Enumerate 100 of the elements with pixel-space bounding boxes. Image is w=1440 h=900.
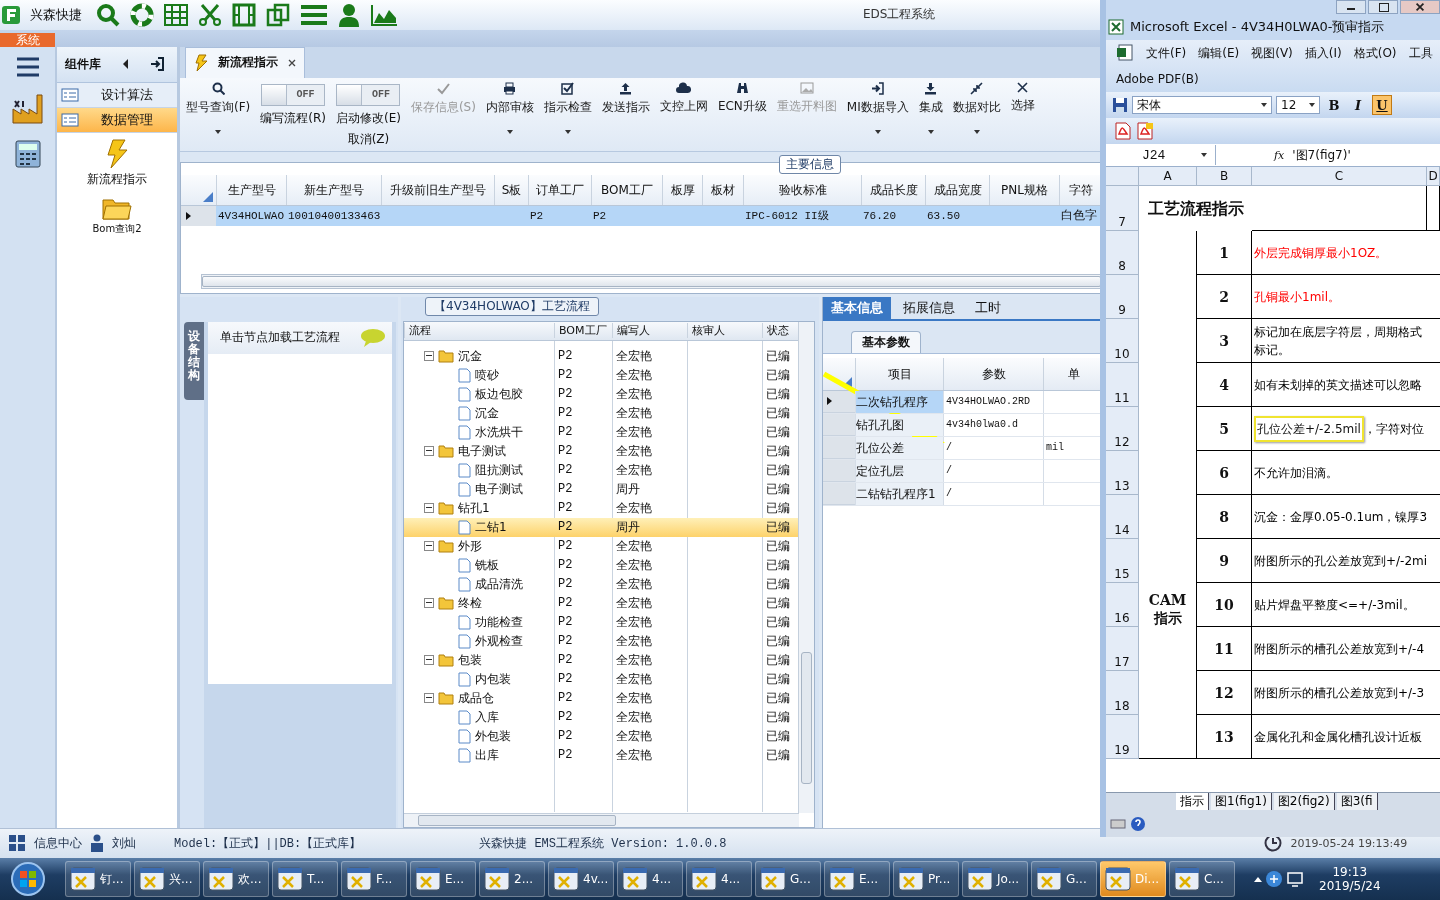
column-header[interactable]: 新生产型号 — [286, 174, 381, 205]
grid-row[interactable]: 孔位公差 / mil — [823, 436, 1103, 460]
pdf-icon[interactable] — [1114, 122, 1132, 140]
menu-item[interactable]: 视图(V) — [1251, 44, 1293, 62]
list-icon[interactable] — [300, 3, 328, 26]
format-button[interactable]: B — [1324, 95, 1344, 115]
column-header[interactable]: 订单工厂 — [528, 174, 591, 205]
grid-row[interactable]: 二钻钻孔程序1 / — [823, 482, 1103, 506]
sub-tab[interactable]: 基本参数 — [851, 330, 921, 353]
tree-row[interactable]: 沉金 P2 全宏艳 已编 — [404, 346, 798, 366]
column-header[interactable]: BOM工厂 — [591, 174, 662, 205]
table-row[interactable]: 4V34HOLWAO 10010400133463 P2 P2 IPC-6012 II级 76.20 63.50 白色字 — [181, 205, 1102, 226]
taskbar-button[interactable]: 2... — [479, 861, 545, 898]
cancel-button[interactable]: 取消(Z) — [347, 130, 390, 148]
sheet-tab[interactable]: 图1(fig1) — [1211, 793, 1272, 810]
taskbar-button[interactable]: G... — [1031, 861, 1097, 898]
nav-item[interactable]: 设计算法 — [57, 82, 177, 108]
ribbon-button[interactable]: 文控上网 — [659, 81, 708, 115]
tab[interactable]: 拓展信息 — [895, 296, 963, 319]
minimize-button[interactable] — [1336, 0, 1366, 14]
pdf-icon[interactable] — [1136, 122, 1154, 140]
column-header[interactable]: PNL规格 — [989, 174, 1059, 205]
sheet-tab[interactable]: 指示 — [1176, 793, 1209, 810]
tool-label[interactable]: 新流程指示 — [87, 170, 147, 188]
taskbar-button[interactable]: 钉... — [65, 861, 131, 898]
tree-row[interactable]: 阻抗测试 P2 全宏艳 已编 — [404, 460, 798, 480]
row-header[interactable]: 7 — [1106, 186, 1139, 231]
toggle-switch[interactable]: OFF — [261, 83, 326, 106]
tree-row[interactable]: 终检 P2 全宏艳 已编 — [404, 593, 798, 613]
tab[interactable]: 基本信息 — [823, 296, 891, 319]
row-header[interactable]: 13 — [1106, 451, 1139, 495]
format-button[interactable]: I — [1348, 95, 1368, 115]
font-select[interactable]: 宋体 — [1132, 96, 1272, 114]
close-button[interactable] — [1400, 0, 1440, 14]
collapse-icon[interactable] — [123, 59, 128, 70]
ribbon-button[interactable]: 内部审核 — [485, 81, 534, 134]
row-header[interactable]: 19 — [1106, 715, 1139, 759]
menu-item[interactable]: Adobe PDF(B) — [1116, 72, 1199, 86]
column-header[interactable]: A — [1139, 167, 1197, 186]
chart-icon[interactable] — [370, 2, 398, 27]
column-header[interactable]: C — [1252, 167, 1427, 186]
taskbar-button[interactable]: G... — [755, 861, 821, 898]
row-header[interactable]: 8 — [1106, 231, 1139, 275]
tree-row[interactable]: 外观检查 P2 全宏艳 已编 — [404, 631, 798, 651]
ribbon-button[interactable]: MI数据导入 — [846, 81, 909, 134]
ribbon-button[interactable]: 集成 — [918, 81, 943, 134]
horizontal-scrollbar[interactable] — [404, 812, 799, 827]
nav-item[interactable]: 数据管理 — [57, 107, 177, 133]
close-icon[interactable] — [288, 58, 296, 67]
column-header[interactable]: D — [1427, 167, 1440, 186]
tree-row[interactable]: 板边包胶 P2 全宏艳 已编 — [404, 384, 798, 404]
start-button[interactable] — [8, 861, 48, 898]
taskbar-button[interactable]: T... — [272, 861, 338, 898]
row-header[interactable] — [823, 390, 855, 413]
tree-row[interactable]: 内包装 P2 全宏艳 已编 — [404, 669, 798, 689]
search-icon[interactable] — [96, 2, 120, 27]
tree-row[interactable]: 外包装 P2 全宏艳 已编 — [404, 726, 798, 746]
column-header[interactable]: 成品长度 — [861, 174, 925, 205]
tree-row[interactable]: 出库 P2 全宏艳 已编 — [404, 745, 798, 765]
column-header[interactable]: 生产型号 — [216, 174, 286, 205]
row-header[interactable]: 15 — [1106, 539, 1139, 583]
person-icon[interactable] — [338, 2, 360, 27]
column-header[interactable]: B — [1197, 167, 1252, 186]
tree-row[interactable]: 入库 P2 全宏艳 已编 — [404, 707, 798, 727]
tree-row[interactable]: 电子测试 P2 全宏艳 已编 — [404, 441, 798, 461]
row-header[interactable] — [181, 205, 216, 226]
grid-row[interactable]: 二次钻孔程序 4V34HOLWAO.2RD — [823, 390, 1103, 414]
tree-row[interactable]: 包装 P2 全宏艳 已编 — [404, 650, 798, 670]
film-icon[interactable] — [232, 2, 256, 27]
taskbar-button[interactable]: 欢... — [203, 861, 269, 898]
taskbar-button[interactable]: E... — [410, 861, 476, 898]
collapse-icon[interactable] — [424, 446, 434, 457]
formula-field[interactable]: '图7(fig7)' — [1292, 146, 1351, 164]
collapse-icon[interactable] — [424, 655, 434, 666]
scissors-icon[interactable] — [198, 2, 222, 27]
tree-row[interactable]: 水洗烘干 P2 全宏艳 已编 — [404, 422, 798, 442]
column-header[interactable]: 板材 — [702, 174, 743, 205]
status-link[interactable]: 信息中心 — [34, 835, 82, 852]
taskbar-button[interactable]: 4v... — [548, 861, 614, 898]
ribbon-button[interactable]: 数据对比 — [952, 81, 1001, 134]
taskbar-button[interactable]: E... — [824, 861, 890, 898]
row-header[interactable]: 14 — [1106, 495, 1139, 539]
sheet-tab[interactable]: 图3(fi — [1336, 793, 1378, 810]
vertical-scrollbar[interactable] — [798, 321, 814, 813]
column-header[interactable]: BOM工厂 — [554, 323, 612, 339]
font-size-select[interactable]: 12 — [1276, 96, 1320, 114]
save-icon[interactable] — [1112, 97, 1128, 113]
monitor-icon[interactable] — [1286, 870, 1304, 889]
tool-label[interactable]: Bom查询2 — [92, 221, 142, 236]
ribbon-button[interactable]: 指示检查 — [543, 81, 592, 134]
menu-icon[interactable] — [15, 56, 40, 77]
taskbar-button[interactable]: Jo... — [962, 861, 1028, 898]
tree-row[interactable]: 铣板 P2 全宏艳 已编 — [404, 555, 798, 575]
calculator-icon[interactable] — [13, 138, 42, 169]
ribbon-button[interactable]: ECN升级 — [717, 81, 767, 115]
taskbar-button[interactable]: 兴... — [134, 861, 200, 898]
menu-item[interactable]: 插入(I) — [1304, 44, 1342, 62]
collapse-icon[interactable] — [424, 598, 434, 609]
clock[interactable]: 19:13 2019/5/24 — [1319, 865, 1381, 894]
row-header[interactable]: 9 — [1106, 275, 1139, 319]
